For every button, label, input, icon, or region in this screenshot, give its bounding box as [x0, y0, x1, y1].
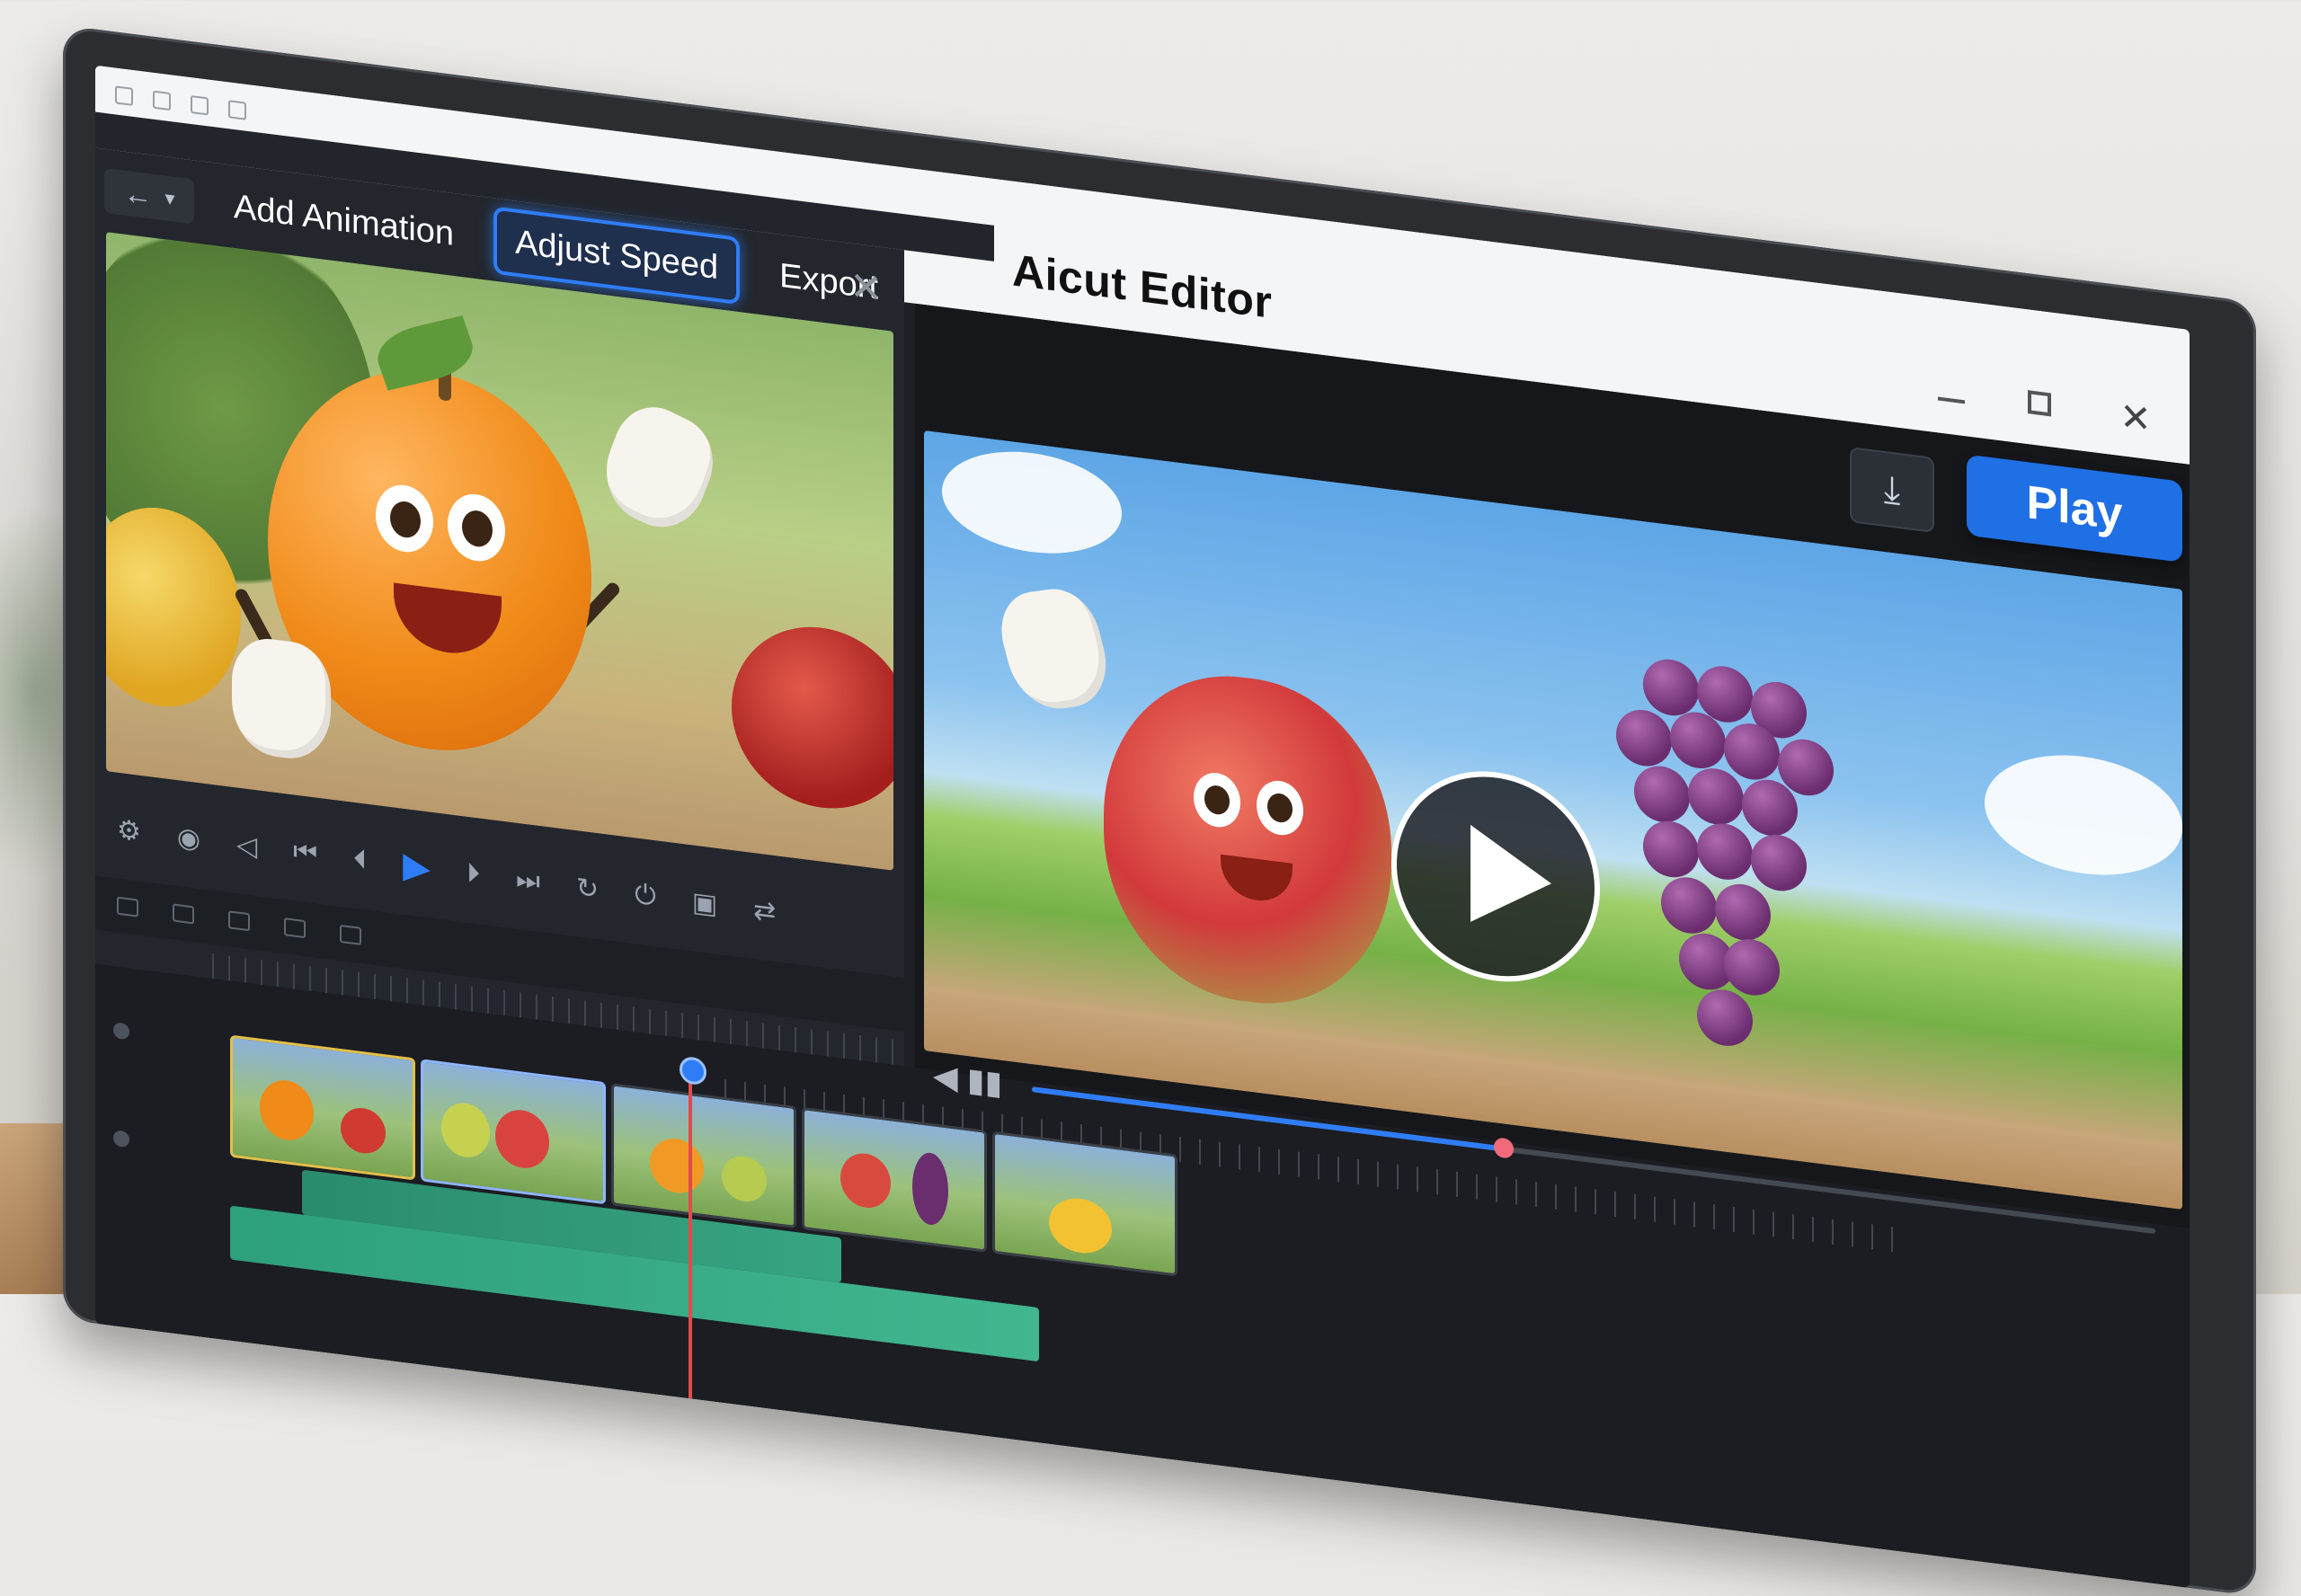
eye	[1257, 777, 1303, 838]
close-icon: ✕	[2119, 395, 2152, 441]
track-icon[interactable]	[117, 896, 138, 918]
waving-glove	[991, 583, 1117, 714]
skip-start-icon[interactable]: ⏮	[293, 836, 317, 869]
layout-icon[interactable]	[228, 100, 246, 120]
grapes-character	[1607, 652, 1877, 1117]
play-icon	[1470, 824, 1551, 933]
new-file-icon[interactable]	[115, 85, 133, 106]
app-title: Aicut Editor	[1012, 244, 1273, 328]
quick-access-icons	[115, 85, 246, 120]
apple-illustration	[732, 616, 893, 820]
settings-icon[interactable]: ⚙	[117, 813, 141, 847]
step-forward-icon[interactable]: ⏵	[466, 858, 480, 891]
back-button[interactable]: ← ▾	[104, 167, 194, 225]
output-preview-panel: ⤓ Play ◀ ▮▮	[915, 303, 2190, 1235]
playhead-handle[interactable]	[680, 1055, 706, 1086]
monitor: Aicut Editor ✕ ← ▾ Add Animation Adjust …	[63, 25, 2256, 1596]
volume-icon[interactable]: ◀ ▮▮	[933, 1056, 1002, 1103]
play-icon[interactable]: ▶	[403, 845, 431, 890]
power-icon[interactable]: ⏻	[635, 879, 656, 912]
source-preview	[106, 232, 893, 871]
waving-glove	[592, 393, 725, 544]
arrow-left-icon: ←	[123, 176, 153, 213]
download-icon: ⤓	[1883, 466, 1901, 512]
swap-icon[interactable]: ⇄	[753, 894, 776, 928]
audio-track-header	[113, 1128, 138, 1150]
video-clip[interactable]	[421, 1059, 606, 1205]
frame-icon[interactable]	[228, 910, 250, 932]
save-icon[interactable]	[191, 94, 209, 116]
eye	[1194, 769, 1240, 830]
chevron-down-icon: ▾	[164, 186, 175, 210]
playhead[interactable]	[689, 1065, 692, 1408]
app-window: Aicut Editor ✕ ← ▾ Add Animation Adjust …	[95, 65, 2190, 1588]
video-clip[interactable]	[230, 1034, 415, 1181]
track-icon[interactable]	[173, 903, 194, 925]
maximize-button[interactable]	[2028, 386, 2064, 427]
eye	[376, 481, 433, 556]
mouth	[394, 582, 502, 660]
step-back-icon[interactable]: ⏴	[353, 844, 367, 876]
window-controls: ✕	[1938, 376, 2154, 441]
cloud	[942, 441, 1122, 563]
center-play-button[interactable]	[1391, 758, 1600, 995]
video-clip[interactable]	[992, 1130, 1177, 1277]
download-button[interactable]: ⤓	[1850, 447, 1934, 534]
eye	[448, 491, 505, 565]
maximize-icon	[2028, 390, 2051, 417]
open-file-icon[interactable]	[153, 90, 171, 111]
cloud	[1985, 744, 2182, 886]
clipboard-icon[interactable]: ▣	[692, 886, 717, 921]
video-track-header	[113, 1020, 138, 1042]
frame-icon[interactable]	[284, 918, 306, 939]
rotate-icon[interactable]: ↻	[576, 872, 599, 906]
prev-frame-icon[interactable]: ◁	[236, 829, 257, 863]
video-clip[interactable]	[802, 1106, 987, 1253]
minimize-icon	[1938, 378, 1965, 404]
orange-leaf	[369, 315, 481, 391]
play-button[interactable]: Play	[1967, 454, 2182, 563]
close-window-button[interactable]: ✕	[2118, 395, 2154, 441]
skip-end-icon[interactable]: ⏭	[516, 864, 540, 898]
video-clip[interactable]	[611, 1083, 796, 1229]
mouth	[1221, 854, 1293, 905]
seek-handle[interactable]	[1494, 1137, 1514, 1159]
frame-icon[interactable]	[340, 924, 361, 945]
close-panel-button[interactable]: ✕	[849, 263, 883, 314]
marker-icon[interactable]: ◉	[177, 821, 200, 856]
apple-character	[1104, 660, 1391, 1020]
minimize-button[interactable]	[1938, 376, 1974, 416]
